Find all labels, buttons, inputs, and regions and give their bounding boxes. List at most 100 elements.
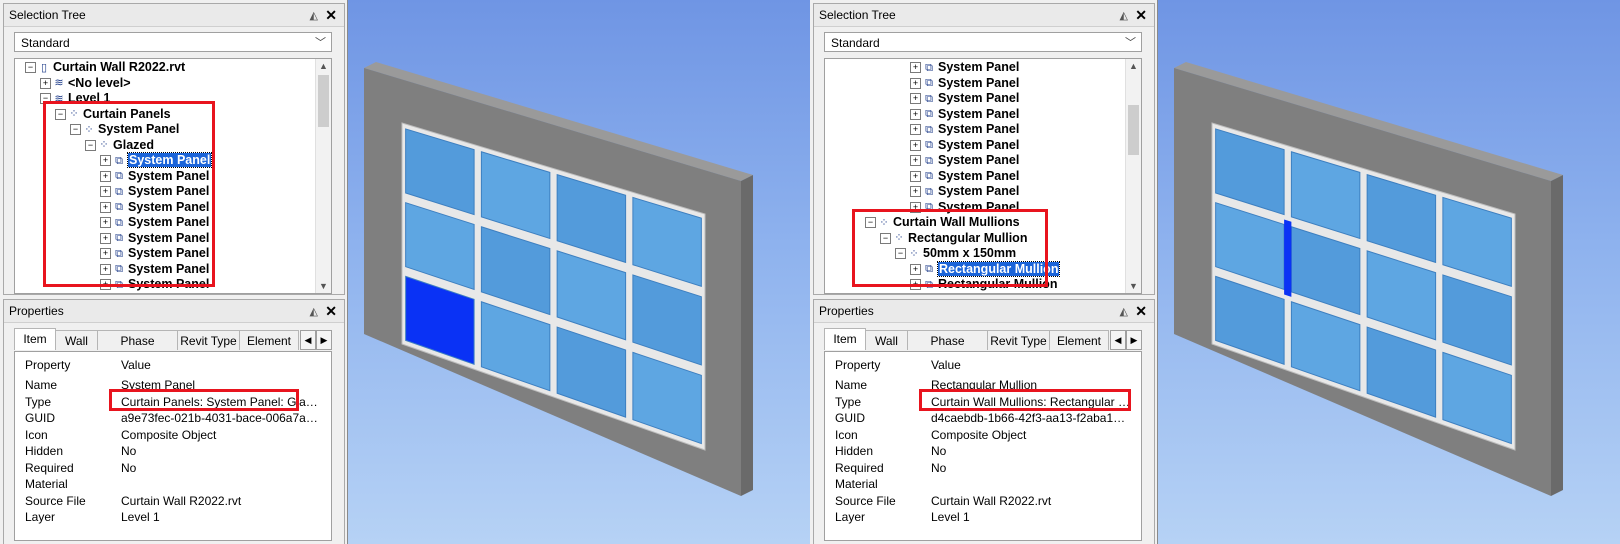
properties-title: Properties ◭ ✕ [4,300,344,323]
tab-scroll-right-icon[interactable]: ▶ [316,330,332,350]
expand-icon[interactable]: + [910,77,921,89]
tree-node-label: System Panel [938,184,1020,198]
property-name: Required [835,460,884,475]
tree-node[interactable]: + ⧉ System Panel [910,168,1019,184]
property-value: No [121,460,137,475]
property-row: Hidden No [825,443,1141,460]
expand-icon[interactable]: + [910,186,921,198]
pin-icon[interactable]: ◭ [310,301,318,323]
tab-item[interactable]: Item [824,328,866,350]
close-icon[interactable]: ✕ [1135,300,1147,322]
tab-revit-type[interactable]: Revit Type [987,330,1050,350]
tree-node[interactable]: + ⧉ System Panel [910,137,1019,153]
tree-node[interactable]: + ≋ <No level> [40,75,131,91]
tree-node[interactable]: + ⧉ System Panel [910,106,1019,122]
tab-scroll-left-icon[interactable]: ◀ [300,330,316,350]
selected-mullion[interactable] [1284,219,1292,297]
property-value: a9e73fec-021b-4031-bace-006a7aaf6523 [121,411,321,425]
curtain-wall-model[interactable] [348,0,810,544]
expand-icon[interactable]: + [910,108,921,120]
tree-node[interactable]: + ⧉ System Panel [910,152,1019,168]
expand-icon[interactable]: + [910,170,921,182]
tab-revit-type[interactable]: Revit Type [177,330,240,350]
wall-side-face[interactable] [1551,175,1563,496]
scroll-down-icon[interactable]: ▼ [316,281,331,291]
tree-node-label: <No level> [68,75,131,90]
tab-phase-created[interactable]: Phase Created [907,330,988,368]
expand-icon[interactable]: + [910,93,921,105]
scroll-down-icon[interactable]: ▼ [1126,281,1141,291]
tab-item[interactable]: Item [14,328,56,350]
property-name: Source File [25,493,86,508]
scroll-up-icon[interactable]: ▲ [1126,61,1141,71]
close-icon[interactable]: ✕ [325,300,337,322]
3d-viewport[interactable] [1157,0,1620,544]
value-column-header: Value [121,358,151,372]
tree-mode-dropdown[interactable]: Standard ﹀ [824,32,1142,52]
tab-wall[interactable]: Wall [865,330,908,350]
pin-icon[interactable]: ◭ [1120,5,1128,27]
property-row: Material [825,476,1141,493]
tree-node-label: System Panel [938,60,1020,74]
tree-node[interactable]: + ⧉ System Panel [910,121,1019,137]
tree-node-label: System Panel [938,91,1020,105]
left-dock-area: Selection Tree ◭ ✕ Standard ﹀ ▲ ▼ − ▯ Curt… [0,0,347,544]
property-row: Required No [15,460,331,477]
tree-node-label: System Panel [938,153,1020,167]
tab-scroll-right-icon[interactable]: ▶ [1126,330,1142,350]
tab-scroll-left-icon[interactable]: ◀ [1110,330,1126,350]
scrollbar-thumb[interactable] [1128,105,1139,155]
tab-phase-created[interactable]: Phase Created [97,330,178,368]
tree-scrollbar[interactable]: ▲ ▼ [1125,59,1141,293]
group-icon: ⧉ [925,61,933,74]
expand-icon[interactable]: + [910,62,921,74]
tree-mode-dropdown[interactable]: Standard ﹀ [14,32,332,52]
pin-icon[interactable]: ◭ [1120,301,1128,323]
property-name: Name [25,378,58,392]
tree-node[interactable]: + ⧉ System Panel [910,183,1019,199]
selection-tree-title: Selection Tree ◭ ✕ [814,4,1154,27]
scrollbar-thumb[interactable] [318,75,329,127]
scroll-up-icon[interactable]: ▲ [316,61,331,71]
tree-node[interactable]: + ⧉ System Panel [910,59,1019,75]
group-icon: ⧉ [925,123,933,136]
grid-header: Property Value [15,357,331,374]
expand-icon[interactable]: + [910,124,921,136]
selection-tree-title: Selection Tree ◭ ✕ [4,4,344,27]
tree-node[interactable]: + ⧉ System Panel [910,75,1019,91]
expand-icon[interactable]: + [910,139,921,151]
property-row: Required No [825,460,1141,477]
expand-icon[interactable]: + [910,155,921,167]
tree-scrollbar[interactable]: ▲ ▼ [315,59,331,293]
expand-icon[interactable]: + [40,77,51,89]
close-icon[interactable]: ✕ [325,4,337,26]
tree-node[interactable]: + ⧉ System Panel [910,90,1019,106]
tab-element-id[interactable]: Element ID [239,330,299,368]
right-dock-area: Selection Tree ◭ ✕ Standard ﹀ ▲ ▼ + ⧉ Syst… [810,0,1157,544]
group-icon: ⧉ [925,170,933,183]
property-name: Hidden [835,444,874,458]
pin-icon[interactable]: ◭ [310,5,318,27]
property-value: Curtain Wall R2022.rvt [931,493,1052,508]
selection-tree-panel: Selection Tree ◭ ✕ Standard ﹀ ▲ ▼ − ▯ Curt… [3,3,345,295]
tab-element-id[interactable]: Element ID [1049,330,1109,368]
tree-node[interactable]: − ▯ Curtain Wall R2022.rvt [25,59,185,75]
property-column-header: Property [25,358,71,372]
close-icon[interactable]: ✕ [1135,4,1147,26]
curtain-wall-model[interactable] [1158,0,1620,544]
tree-mode-value: Standard [21,36,70,50]
right-screenshot: Selection Tree ◭ ✕ Standard ﹀ ▲ ▼ + ⧉ Syst… [810,0,1620,544]
property-row: Material [15,476,331,493]
property-row: Icon Composite Object [15,427,331,444]
3d-viewport[interactable] [347,0,810,544]
group-icon: ⧉ [925,92,933,105]
tab-wall[interactable]: Wall [55,330,98,350]
collapse-icon[interactable]: − [25,62,36,74]
property-value: d4caebdb-1b66-42f3-aa13-f2aba15f968d [931,411,1131,425]
value-column-header: Value [931,358,961,372]
wall-side-face[interactable] [741,175,753,496]
properties-tabs: Element IDRevit TypePhase CreatedWallIte… [14,328,332,368]
properties-panel: Properties ◭ ✕ Element IDRevit TypePhase… [3,299,345,544]
annotation-highlight-box [852,209,1048,287]
level-icon: ≋ [54,77,64,90]
